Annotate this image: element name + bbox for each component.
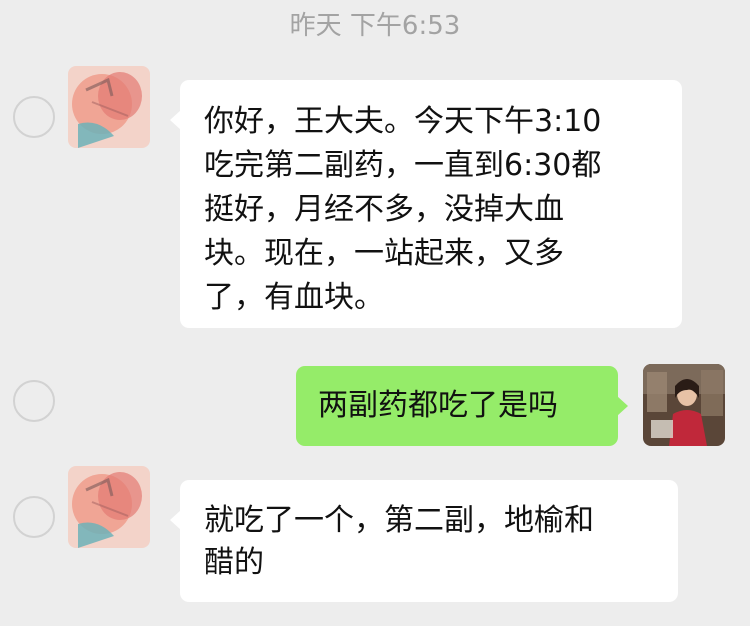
message-bubble[interactable]: 就吃了一个，第二副，地榆和 醋的 <box>170 480 678 602</box>
timestamp: 昨天 下午6:53 <box>289 11 461 41</box>
avatar-patient-image <box>68 66 150 148</box>
message-bubble[interactable]: 两副药都吃了是吗 <box>296 366 628 446</box>
bubble-tail <box>170 510 181 530</box>
avatar[interactable] <box>68 66 150 148</box>
message-line: 你好，王大夫。今天下午3:10 <box>204 104 602 139</box>
message-line: 就吃了一个，第二副，地榆和 <box>204 503 594 538</box>
message-line: 两副药都吃了是吗 <box>318 388 558 423</box>
select-circle-icon[interactable] <box>13 96 55 138</box>
select-circle-icon[interactable] <box>13 380 55 422</box>
message-line: 吃完第二副药，一直到6:30都 <box>204 148 602 183</box>
avatar[interactable] <box>643 364 725 446</box>
bubble-tail <box>617 396 628 416</box>
avatar-doctor-image <box>643 364 725 446</box>
message-line: 挺好，月经不多，没掉大血 <box>204 192 564 227</box>
avatar-patient-image <box>68 466 150 548</box>
bubble-tail <box>170 110 181 130</box>
select-circle-icon[interactable] <box>13 496 55 538</box>
avatar[interactable] <box>68 466 150 548</box>
message-line: 醋的 <box>204 545 264 580</box>
message-line: 块。现在，一站起来，又多 <box>204 236 564 271</box>
message-line: 了，有血块。 <box>204 280 384 315</box>
message-bubble[interactable]: 你好，王大夫。今天下午3:10 吃完第二副药，一直到6:30都 挺好，月经不多，… <box>170 80 682 328</box>
